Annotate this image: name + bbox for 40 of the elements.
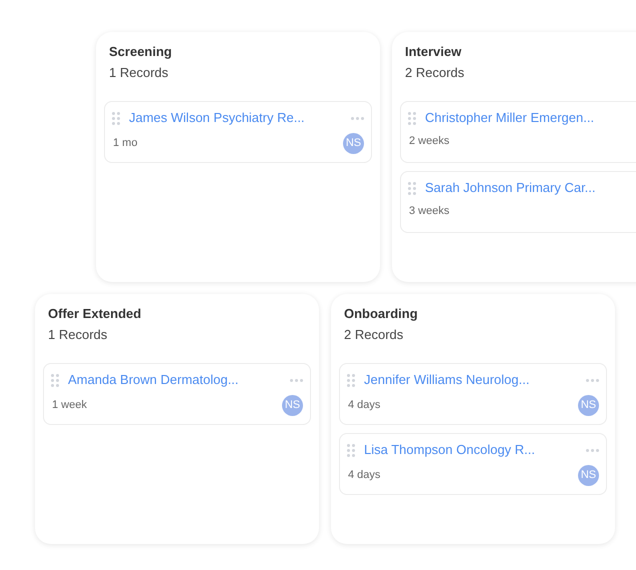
record-title-link[interactable]: Christopher Miller Emergen... bbox=[425, 108, 636, 128]
drag-handle-icon bbox=[112, 112, 120, 124]
avatar: NS bbox=[282, 395, 303, 416]
avatar: NS bbox=[578, 395, 599, 416]
record-title-link[interactable]: Amanda Brown Dermatolog... bbox=[68, 370, 281, 390]
drag-handle-icon bbox=[408, 112, 416, 124]
record-card[interactable]: Amanda Brown Dermatolog... 1 week NS bbox=[43, 363, 311, 425]
more-icon[interactable] bbox=[586, 378, 599, 382]
record-age: 1 mo bbox=[112, 136, 138, 152]
column-title: Interview bbox=[404, 44, 462, 60]
record-card[interactable]: Lisa Thompson Oncology R... 4 days NS bbox=[339, 433, 607, 495]
record-count: 1 Records bbox=[47, 327, 108, 343]
record-count: 2 Records bbox=[404, 65, 466, 81]
drag-handle-icon bbox=[51, 374, 59, 386]
record-count: 2 Records bbox=[343, 327, 404, 343]
column-title: Offer Extended bbox=[47, 306, 142, 322]
record-title-link[interactable]: Sarah Johnson Primary Car... bbox=[425, 178, 636, 198]
more-icon[interactable] bbox=[586, 448, 599, 452]
record-count: 1 Records bbox=[108, 65, 170, 81]
record-title-link[interactable]: James Wilson Psychiatry Re... bbox=[129, 108, 342, 128]
avatar: NS bbox=[578, 465, 599, 486]
more-icon[interactable] bbox=[351, 116, 364, 120]
record-card[interactable]: Jennifer Williams Neurolog... 4 days NS bbox=[339, 363, 607, 425]
record-card[interactable]: Sarah Johnson Primary Car... 3 weeks bbox=[400, 171, 636, 233]
more-icon[interactable] bbox=[290, 378, 303, 382]
drag-handle-icon bbox=[408, 182, 416, 194]
record-title-link[interactable]: Jennifer Williams Neurolog... bbox=[364, 370, 577, 390]
record-age: 4 days bbox=[347, 398, 380, 414]
drag-handle-icon bbox=[347, 374, 355, 386]
record-title-link[interactable]: Lisa Thompson Oncology R... bbox=[364, 440, 577, 460]
drag-handle-icon bbox=[347, 444, 355, 456]
record-card[interactable]: Christopher Miller Emergen... 2 weeks bbox=[400, 101, 636, 163]
avatar: NS bbox=[343, 133, 364, 154]
column-title: Screening bbox=[108, 44, 173, 60]
record-age: 4 days bbox=[347, 468, 380, 484]
record-card[interactable]: James Wilson Psychiatry Re... 1 mo NS bbox=[104, 101, 372, 163]
record-age: 1 week bbox=[51, 398, 87, 414]
record-age: 3 weeks bbox=[408, 204, 450, 219]
column-title: Onboarding bbox=[343, 306, 419, 322]
record-age: 2 weeks bbox=[408, 134, 450, 149]
